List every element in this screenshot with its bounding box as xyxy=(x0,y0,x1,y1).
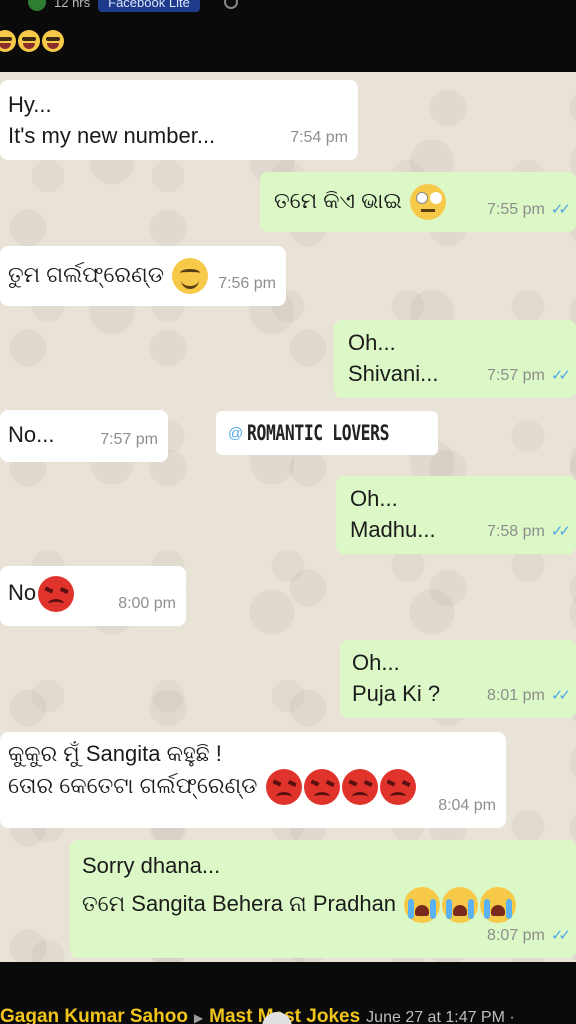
author-link[interactable]: Gagan Kumar Sahoo xyxy=(0,1006,188,1024)
laughing-emoji-icon xyxy=(42,30,64,52)
message-meta: 8:01 pm ✓✓ xyxy=(487,680,571,711)
eye-roll-emoji-icon xyxy=(409,184,446,220)
message-text: Sorry dhana... xyxy=(82,853,221,878)
message-text: ତମେ Sangita Behera ନା Pradhan xyxy=(82,887,576,923)
message-time: 7:55 pm xyxy=(487,201,545,218)
app-label[interactable]: Facebook Lite xyxy=(98,0,200,12)
message-bubble-outgoing: Sorry dhana... ତମେ Sangita Behera ନା Pra… xyxy=(70,840,576,958)
read-receipt-icon: ✓✓ xyxy=(550,927,571,944)
message-time: 8:04 pm xyxy=(438,797,496,814)
message-time: 8:00 pm xyxy=(118,595,176,612)
avatar-icon xyxy=(28,0,46,11)
angry-emoji-icon xyxy=(379,769,416,805)
message-meta: 8:00 pm xyxy=(118,588,176,619)
message-meta: 7:56 pm xyxy=(218,268,276,299)
message-meta: 8:07 pm ✓✓ xyxy=(487,920,571,951)
message-bubble-outgoing: ତମେ କିଏ ଭାଇ 7:55 pm ✓✓ xyxy=(260,172,576,232)
message-text: Oh... xyxy=(348,330,396,355)
chevron-right-icon: ▶ xyxy=(193,1011,204,1024)
crying-emoji-icon xyxy=(442,887,479,923)
caption-emojis xyxy=(0,30,64,52)
message-bubble-outgoing: Oh... Madhu... 7:58 pm ✓✓ xyxy=(336,476,576,554)
message-time: 8:01 pm xyxy=(487,687,545,704)
laughing-emoji-icon xyxy=(0,30,16,52)
message-time: 7:58 pm xyxy=(487,523,545,540)
top-bar: 12 hrs Facebook Lite xyxy=(0,0,576,72)
read-receipt-icon: ✓✓ xyxy=(550,367,571,384)
post-footer: Gagan Kumar Sahoo ▶ Mast Mast Jokes June… xyxy=(0,962,576,1024)
message-time: 7:57 pm xyxy=(487,367,545,384)
read-receipt-icon: ✓✓ xyxy=(550,687,571,704)
message-bubble-incoming: No... 7:57 pm xyxy=(0,410,168,462)
post-date[interactable]: June 27 at 1:47 PM · xyxy=(366,1009,515,1024)
angry-emoji-icon xyxy=(265,769,302,805)
message-time: 7:57 pm xyxy=(100,431,158,448)
message-bubble-outgoing: Oh... Puja Ki ? 8:01 pm ✓✓ xyxy=(340,640,576,718)
watermark-label: @ ROMANTIC LOVERS xyxy=(216,411,438,455)
message-meta: 7:58 pm ✓✓ xyxy=(487,516,571,547)
message-text: Oh... xyxy=(350,486,398,511)
crying-emoji-icon xyxy=(480,887,517,923)
message-bubble-incoming: No 8:00 pm xyxy=(0,566,186,626)
message-text: କୁକୁର ମୁଁ Sangita କହୁଛି ! xyxy=(8,741,222,766)
crying-emoji-icon xyxy=(404,887,441,923)
at-icon: @ xyxy=(228,424,244,442)
message-text: Hy... xyxy=(8,92,52,117)
message-meta: 7:55 pm ✓✓ xyxy=(487,194,571,225)
post-header: 12 hrs Facebook Lite xyxy=(0,0,238,12)
post-attribution: Gagan Kumar Sahoo ▶ Mast Mast Jokes June… xyxy=(0,1006,515,1024)
read-receipt-icon: ✓✓ xyxy=(550,523,571,540)
message-text: Oh... xyxy=(352,650,400,675)
angry-emoji-icon xyxy=(341,769,378,805)
smiling-emoji-icon xyxy=(172,258,209,294)
watermark-text: ROMANTIC LOVERS xyxy=(247,421,390,445)
message-bubble-incoming: Hy... It's my new number... 7:54 pm xyxy=(0,80,358,160)
post-age: 12 hrs xyxy=(54,0,91,10)
message-meta: 7:57 pm ✓✓ xyxy=(487,360,571,391)
message-time: 7:56 pm xyxy=(218,275,276,292)
angry-emoji-icon xyxy=(303,769,340,805)
message-time: 7:54 pm xyxy=(290,129,348,146)
message-meta: 7:54 pm xyxy=(290,122,348,153)
message-time: 8:07 pm xyxy=(487,927,545,944)
chat-screenshot: Hy... It's my new number... 7:54 pm ତମେ … xyxy=(0,72,576,962)
message-bubble-incoming: କୁକୁର ମୁଁ Sangita କହୁଛି ! ତୋର କେତେଟା ଗର୍… xyxy=(0,732,506,828)
message-bubble-incoming: ତୁମ ଗର୍ଲଫ୍ରେଣ୍ଡ 7:56 pm xyxy=(0,246,286,306)
globe-icon xyxy=(223,0,238,9)
laughing-emoji-icon xyxy=(18,30,40,52)
message-text: ତୋର କେତେଟା ଗର୍ଲଫ୍ରେଣ୍ଡ xyxy=(8,769,506,805)
message-meta: 8:04 pm xyxy=(438,790,496,821)
angry-emoji-icon xyxy=(38,576,75,612)
message-bubble-outgoing: Oh... Shivani... 7:57 pm ✓✓ xyxy=(334,320,576,398)
message-meta: 7:57 pm xyxy=(100,424,158,455)
read-receipt-icon: ✓✓ xyxy=(550,201,571,218)
